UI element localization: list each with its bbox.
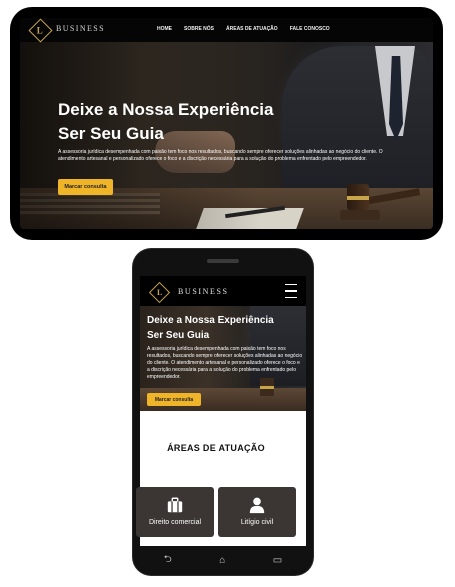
nav-fale-conosco[interactable]: FALE CONOSCO xyxy=(290,26,330,32)
card-label: Litígio civil xyxy=(240,519,274,526)
mobile-hero-title: Deixe a Nossa Experiência Ser Seu Guia xyxy=(147,313,302,343)
mobile-hero-title-line2: Ser Seu Guia xyxy=(147,330,210,341)
brand-name[interactable]: BUSINESS xyxy=(56,24,105,33)
hero-title: Deixe a Nossa Experiência Ser Seu Guia xyxy=(58,98,318,146)
logo-mark-icon: L xyxy=(148,281,171,304)
gavel-ring xyxy=(260,386,274,389)
desktop-nav-menu: HOME SOBRE NÓS ÁREAS DE ATUAÇÃO FALE CON… xyxy=(157,26,330,32)
hero-title-line1: Deixe a Nossa Experiência xyxy=(58,100,274,119)
mobile-brand-name[interactable]: BUSINESS xyxy=(178,287,229,296)
mobile-navbar: L BUSINESS xyxy=(140,276,306,306)
logo-initial: L xyxy=(156,288,163,297)
areas-heading: ÁREAS DE ATUAÇÃO xyxy=(167,443,265,453)
mobile-hero-title-line1: Deixe a Nossa Experiência xyxy=(147,315,274,326)
hero-title-line2: Ser Seu Guia xyxy=(58,124,164,143)
phone-speaker xyxy=(207,259,239,263)
desktop-navbar: L BUSINESS HOME SOBRE NÓS ÁREAS DE ATUAÇ… xyxy=(20,18,433,43)
phone-mockup-frame: L BUSINESS Deixe a Nossa Experiência Ser… xyxy=(133,249,313,575)
mobile-hero-description: A assessoria jurídica desempenhada com p… xyxy=(147,346,303,380)
mobile-logo[interactable]: L xyxy=(148,281,171,304)
card-direito-comercial[interactable]: Direito comercial xyxy=(136,487,214,537)
marcar-consulta-button[interactable]: Marcar consulta xyxy=(58,179,113,195)
mobile-marcar-consulta-button[interactable]: Marcar consulta xyxy=(147,393,201,406)
gavel-block xyxy=(340,210,380,220)
logo[interactable]: L xyxy=(28,18,53,43)
home-icon[interactable]: ⌂ xyxy=(219,555,225,566)
desktop-screen: L BUSINESS HOME SOBRE NÓS ÁREAS DE ATUAÇ… xyxy=(20,18,433,229)
gavel-ring xyxy=(347,196,369,200)
logo-initial: L xyxy=(37,25,44,36)
hero-description: A assessoria jurídica desempenhada com p… xyxy=(58,149,383,162)
nav-home[interactable]: HOME xyxy=(157,26,172,32)
recents-icon[interactable]: ▭ xyxy=(273,555,282,566)
card-label: Direito comercial xyxy=(148,519,202,526)
phone-system-bar: ⮌ ⌂ ▭ xyxy=(140,549,306,571)
logo-mark-icon: L xyxy=(28,18,53,43)
nav-sobre-nos[interactable]: SOBRE NÓS xyxy=(184,26,214,32)
back-icon[interactable]: ⮌ xyxy=(164,552,172,569)
nav-areas-de-atuacao[interactable]: ÁREAS DE ATUAÇÃO xyxy=(226,26,278,32)
hamburger-menu-icon[interactable] xyxy=(285,284,297,298)
person-icon xyxy=(249,497,265,514)
card-litigio-civil[interactable]: Litígio civil xyxy=(218,487,296,537)
briefcase-icon xyxy=(167,497,183,513)
